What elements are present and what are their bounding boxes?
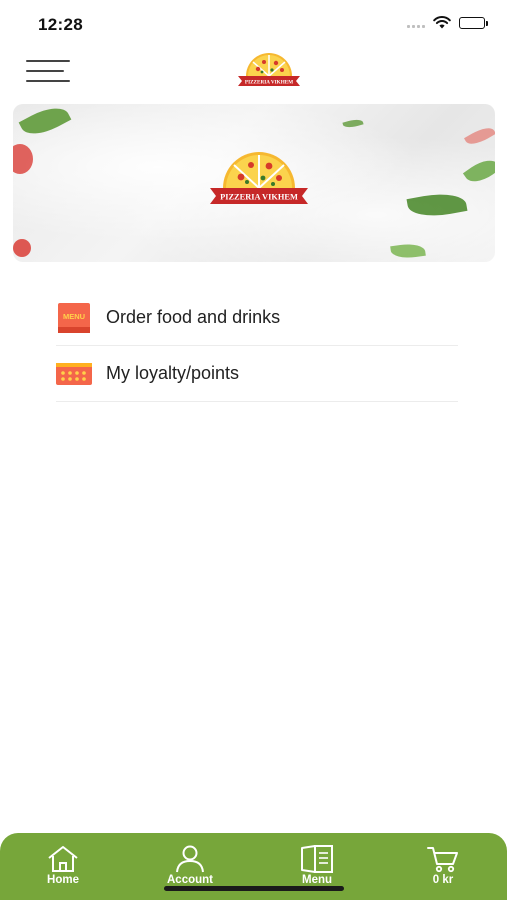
menu-book-icon: MENU <box>58 302 90 333</box>
nav-cart[interactable]: 0 kr <box>403 845 483 891</box>
home-menu-list: MENU Order food and drinks My loyalty/po… <box>56 290 458 402</box>
basil-leaf-decoration <box>390 241 426 261</box>
menu-item-label: My loyalty/points <box>106 363 240 383</box>
home-indicator <box>164 886 344 891</box>
nav-label: Menu <box>301 874 333 886</box>
status-bar: 12:28 <box>0 0 507 50</box>
loyalty-card-icon <box>56 362 92 385</box>
tomato-splash-decoration <box>464 123 495 149</box>
basil-leaf-decoration <box>406 189 468 221</box>
account-icon <box>176 845 204 873</box>
tomato-splash-decoration <box>13 239 31 257</box>
pizzeria-logo: PIZZERIA VIKHEM <box>238 53 300 86</box>
loyalty-points-menu-item[interactable]: My loyalty/points <box>56 346 458 402</box>
status-icons <box>407 16 488 29</box>
nav-home[interactable]: Home <box>23 845 103 891</box>
nav-label: Home <box>47 874 79 886</box>
basil-leaf-decoration <box>18 104 72 142</box>
cart-icon <box>427 847 458 873</box>
home-icon <box>48 846 78 872</box>
hero-banner: PIZZERIA VIKHEM <box>13 104 495 262</box>
menu-book-icon <box>301 845 333 873</box>
nav-account[interactable]: Account <box>150 845 230 891</box>
svg-text:MENU: MENU <box>63 312 85 321</box>
svg-text:PIZZERIA VIKHEM: PIZZERIA VIKHEM <box>245 80 293 86</box>
basil-leaf-decoration <box>342 117 364 130</box>
svg-text:PIZZERIA VIKHEM: PIZZERIA VIKHEM <box>220 193 298 202</box>
menu-item-label: Order food and drinks <box>106 307 281 327</box>
basil-leaf-decoration <box>462 153 495 189</box>
order-food-menu-item[interactable]: MENU Order food and drinks <box>56 290 458 346</box>
status-time: 12:28 <box>38 15 83 34</box>
tomato-splash-decoration <box>13 144 33 174</box>
nav-label: Account <box>167 874 213 886</box>
pizzeria-logo: PIZZERIA VIKHEM <box>210 152 308 204</box>
battery-icon <box>459 16 488 29</box>
hamburger-menu-button[interactable] <box>26 58 70 84</box>
wifi-icon <box>433 16 451 29</box>
cart-total: 0 kr <box>432 874 454 886</box>
cellular-signal-icon <box>407 18 425 28</box>
nav-menu[interactable]: Menu <box>277 845 357 891</box>
